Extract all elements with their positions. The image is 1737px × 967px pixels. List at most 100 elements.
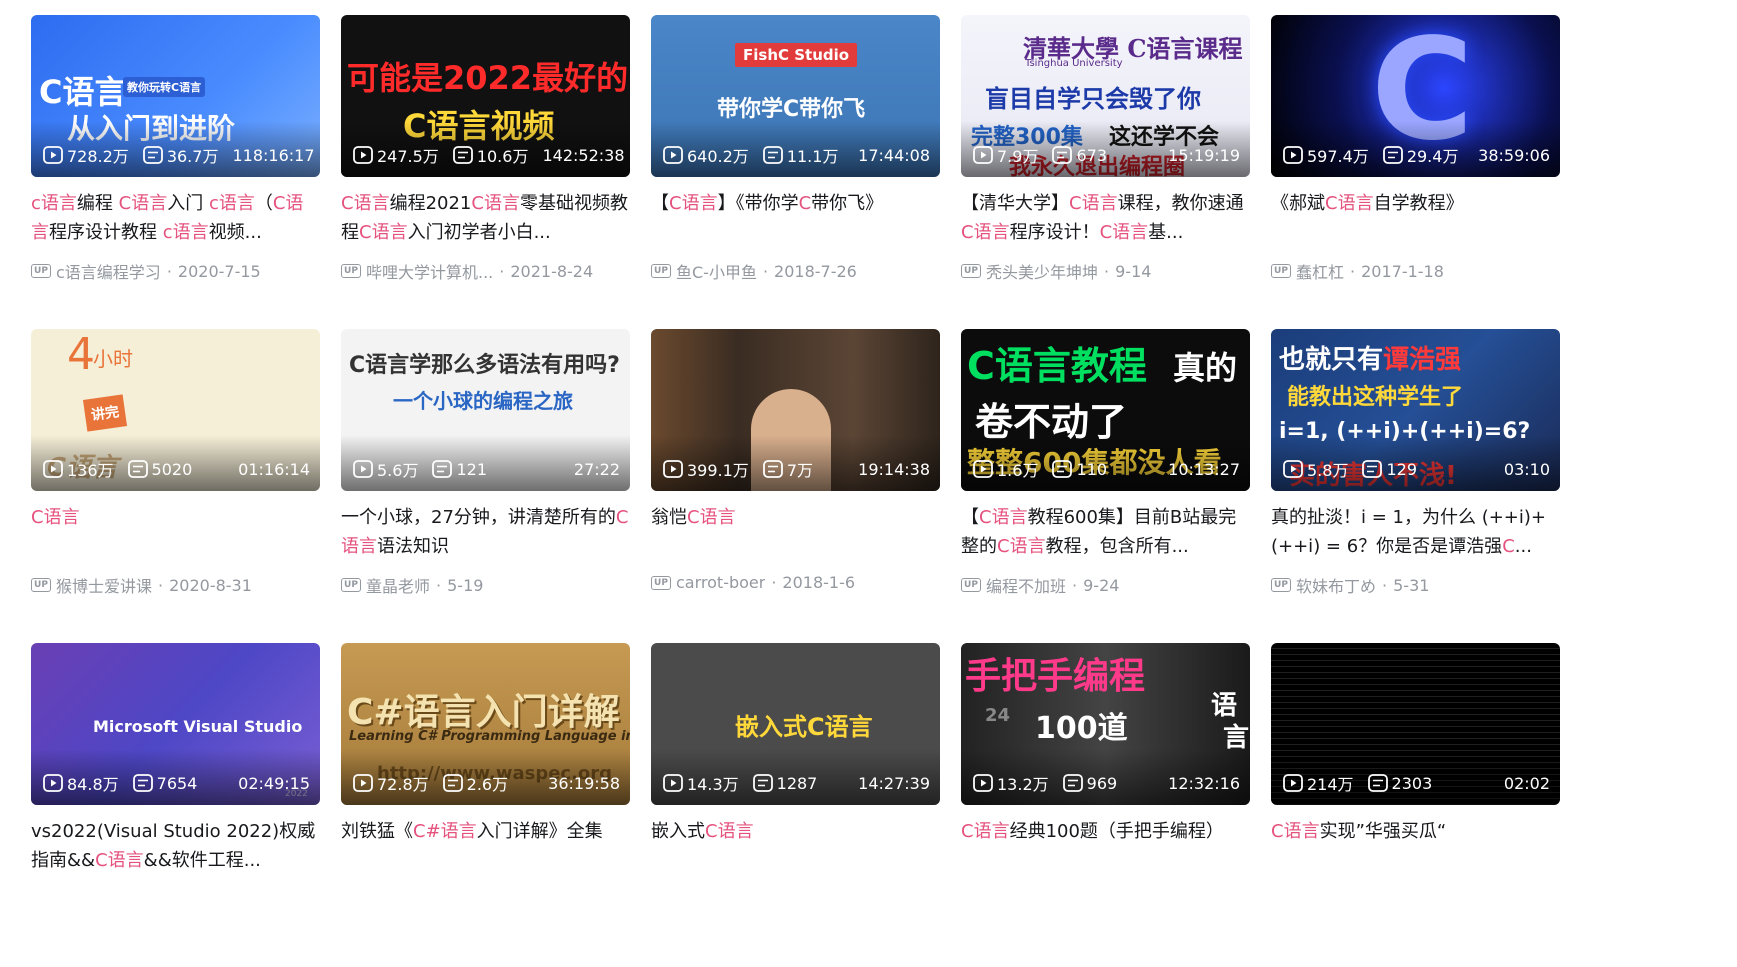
video-thumbnail[interactable]: C 597.4万 29.4万 38:59:06 [1271, 15, 1560, 177]
separator-dot: · [1104, 261, 1110, 281]
uploader-name[interactable]: 哔哩大学计算机... [366, 259, 493, 283]
uploader-name[interactable]: 软妹布丁め [1296, 573, 1376, 597]
video-thumbnail[interactable]: 214万 2303 02:02 [1271, 643, 1560, 805]
thumbnail-caption: Learning C# Programming Language in Deta… [349, 729, 630, 744]
uploader-name[interactable]: c语言编程学习 [56, 259, 161, 283]
video-duration: 38:59:06 [1478, 145, 1550, 165]
video-duration: 17:44:08 [858, 145, 930, 165]
video-thumbnail[interactable]: C语言从入门到进阶教你玩转C语言728.2万36.7万118:16:17 [31, 15, 320, 177]
video-thumbnail[interactable]: 4小时讲完C语言136万502001:16:14 [31, 329, 320, 491]
video-title[interactable]: 《郝斌C语言自学教程》 [1271, 189, 1560, 247]
video-duration: 02:49:15 [238, 773, 310, 793]
danmaku-count-icon [762, 460, 783, 478]
video-card[interactable]: C#语言入门详解 Learning C# Programming Language… [341, 643, 630, 957]
video-card[interactable]: 4小时讲完C语言136万502001:16:14C语言UP猴博士爱讲课·2020… [31, 329, 320, 643]
video-card[interactable]: C语言教程真的卷不动了整整600集都没人看1.6万11010:13:27 【C语言… [961, 329, 1250, 643]
video-card[interactable]: 可能是2022最好的C语言视频247.5万10.6万142:52:38 C语言编程… [341, 15, 630, 329]
video-thumbnail[interactable]: C#语言入门详解 Learning C# Programming Language… [341, 643, 630, 805]
uploader-icon: UP [1271, 264, 1291, 278]
video-title[interactable]: 翁恺C语言 [651, 503, 940, 561]
thumbnail-caption: 可能是2022最好的 [347, 59, 629, 97]
uploader-name[interactable]: 鱼C-小甲鱼 [676, 259, 757, 283]
danmaku-count: 5020 [127, 460, 192, 479]
publish-date: 2018-1-6 [782, 573, 856, 592]
danmaku-count: 673 [1052, 146, 1107, 165]
video-card[interactable]: 清華大學 C语言课程Tsinghua University盲目自学只会毁了你完整… [961, 15, 1250, 329]
danmaku-count: 7654 [132, 774, 197, 793]
video-title[interactable]: 【清华大学】C语言课程，教你速通C语言程序设计！C语言基... [961, 189, 1250, 247]
play-count-icon [1283, 146, 1303, 164]
video-card[interactable]: 嵌入式C语言 14.3万 1287 14:27:39 嵌入式C语言 [651, 643, 940, 957]
video-title[interactable]: 真的扯淡！i = 1，为什么 (++i)+(++i) = 6？你是否是谭浩强C.… [1271, 503, 1560, 561]
video-title[interactable]: 一个小球，27分钟，讲清楚所有的C语言语法知识 [341, 503, 630, 561]
video-title[interactable]: 【C语言】《带你学C带你飞》 [651, 189, 940, 247]
uploader-name[interactable]: 秃头美少年坤坤 [986, 259, 1098, 283]
video-card[interactable]: 也就只有谭浩强能教出这种学生了i=1, (++i)+(++i)=6?实的害人不浅… [1271, 329, 1560, 643]
uploader-name[interactable]: 编程不加班 [986, 573, 1066, 597]
video-thumbnail[interactable]: C语言教程真的卷不动了整整600集都没人看1.6万11010:13:27 [961, 329, 1250, 491]
separator-dot: · [1350, 261, 1356, 281]
uploader-name[interactable]: 蠢杠杠 [1296, 259, 1344, 283]
play-count-icon [43, 460, 63, 478]
video-thumbnail[interactable]: FishC Studio 带你学C带你飞 640.2万 11.1万 17:44:08 [651, 15, 940, 177]
video-title[interactable]: c语言编程 C语言入门 c语言（C语言程序设计教程 c语言视频... [31, 189, 320, 247]
video-thumbnail[interactable]: 也就只有谭浩强能教出这种学生了i=1, (++i)+(++i)=6?实的害人不浅… [1271, 329, 1560, 491]
video-card[interactable]: Microsoft Visual Studio202284.8万765402:4… [31, 643, 320, 957]
video-title[interactable]: 【C语言教程600集】目前B站最完整的C语言教程，包含所有... [961, 503, 1250, 561]
view-count: 14.3万 [663, 771, 739, 795]
title-keyword-highlight: c语言 [31, 193, 77, 214]
title-text: 语法知识 [377, 536, 449, 557]
video-meta: UP 童晶老师 · 5-19 [341, 573, 630, 597]
video-card[interactable]: C 597.4万 29.4万 38:59:06 《郝斌C语言自学教程》 UP 蠢杠杠 · 201… [1271, 15, 1560, 329]
uploader-name[interactable]: 猴博士爱讲课 [56, 573, 152, 597]
video-meta: UP 鱼C-小甲鱼 · 2018-7-26 [651, 259, 940, 283]
danmaku-count: 969 [1062, 774, 1117, 793]
video-thumbnail[interactable]: Microsoft Visual Studio202284.8万765402:4… [31, 643, 320, 805]
uploader-name[interactable]: carrot-boer [676, 573, 765, 592]
view-count: 247.5万 [353, 143, 439, 167]
video-title[interactable]: C语言经典100题（手把手编程） [961, 817, 1250, 875]
danmaku-count: 2303 [1367, 774, 1432, 793]
danmaku-count-value: 110 [1076, 459, 1107, 479]
video-title[interactable]: C语言 [31, 503, 320, 561]
video-title[interactable]: C语言编程2021C语言零基础视频教程C语言入门初学者小白... [341, 189, 630, 247]
view-count: 7.9万 [973, 143, 1038, 167]
danmaku-count-icon [432, 460, 453, 478]
title-text: 经典100题（手把手编程） [1009, 821, 1224, 842]
video-thumbnail[interactable]: 可能是2022最好的C语言视频247.5万10.6万142:52:38 [341, 15, 630, 177]
view-count-value: 13.2万 [997, 775, 1049, 794]
danmaku-count-icon [752, 774, 773, 792]
danmaku-count-icon [762, 146, 783, 164]
uploader-icon: UP [31, 264, 51, 278]
title-keyword-highlight: C语言 [95, 850, 144, 871]
view-count-value: 7.9万 [997, 147, 1039, 166]
play-count-icon [353, 774, 373, 792]
video-card[interactable]: 214万 2303 02:02 C语言实现”华强买瓜“ [1271, 643, 1560, 957]
video-card[interactable]: FishC Studio 带你学C带你飞 640.2万 11.1万 17:44:08 【C… [651, 15, 940, 329]
video-thumbnail[interactable]: 清華大學 C语言课程Tsinghua University盲目自学只会毁了你完整… [961, 15, 1250, 177]
thumbnail-caption: 100道 [1035, 711, 1128, 746]
view-count: 214万 [1283, 771, 1354, 795]
video-stats: 640.2万 11.1万 17:44:08 [663, 143, 930, 167]
video-thumbnail[interactable]: C语言学那么多语法有用吗? 一个小球的编程之旅 5.6万 121 27:22 [341, 329, 630, 491]
video-thumbnail[interactable]: 399.1万 7万 19:14:38 [651, 329, 940, 491]
danmaku-count-icon [1052, 460, 1073, 478]
thumbnail-caption: 带你学C带你飞 [717, 97, 866, 122]
video-title[interactable]: 嵌入式C语言 [651, 817, 940, 875]
video-card[interactable]: C语言从入门到进阶教你玩转C语言728.2万36.7万118:16:17 c语言编… [31, 15, 320, 329]
video-card[interactable]: C语言学那么多语法有用吗? 一个小球的编程之旅 5.6万 121 27:22 一个小球，2… [341, 329, 630, 643]
video-title[interactable]: 刘铁猛《C#语言入门详解》全集 [341, 817, 630, 875]
video-thumbnail[interactable]: 嵌入式C语言 14.3万 1287 14:27:39 [651, 643, 940, 805]
video-card[interactable]: 399.1万 7万 19:14:38 翁恺C语言 UP carrot-boer · 2018-… [651, 329, 940, 643]
publish-date: 5-31 [1393, 575, 1430, 595]
title-text: 编程 [76, 193, 119, 214]
title-text: 嵌入式 [651, 821, 705, 842]
uploader-icon: UP [961, 578, 981, 592]
uploader-name[interactable]: 童晶老师 [366, 573, 430, 597]
video-title[interactable]: C语言实现”华强买瓜“ [1271, 817, 1560, 875]
thumbnail-caption: 小时 [93, 347, 133, 371]
video-title[interactable]: vs2022(Visual Studio 2022)权威指南&&C语言&&软件工… [31, 817, 320, 875]
video-thumbnail[interactable]: 手把手编程 100道语言 24 13.2万 969 12:32:16 [961, 643, 1250, 805]
video-card[interactable]: 手把手编程 100道语言 24 13.2万 969 12:32:16 C语言经典100题（手… [961, 643, 1250, 957]
title-keyword-highlight: C语言 [669, 193, 718, 214]
